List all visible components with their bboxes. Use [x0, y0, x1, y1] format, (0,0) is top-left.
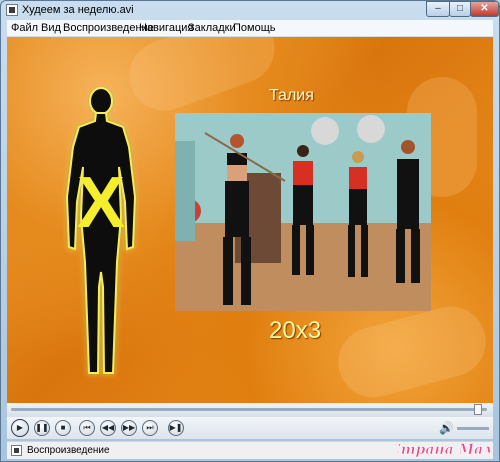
speaker-icon[interactable]: 🔊 — [439, 421, 454, 435]
background-dumbbell — [119, 37, 285, 121]
rewind-button[interactable]: ◀◀ — [100, 420, 116, 436]
menu-bar: Файл Вид Воспроизведение Навигация Закла… — [7, 20, 493, 37]
fast-forward-button[interactable]: ▶▶ — [121, 420, 137, 436]
seek-handle[interactable] — [474, 404, 482, 415]
title-bar[interactable]: Худеем за неделю.avi ‒ □ ✕ — [1, 1, 499, 20]
repetitions-label: 20x3 — [269, 317, 322, 344]
video-area[interactable]: X Талия 20x3 — [7, 37, 493, 403]
status-media-icon — [11, 445, 22, 456]
player-window: Худеем за неделю.avi ‒ □ ✕ Файл Вид Восп… — [0, 0, 500, 462]
menu-help[interactable]: Помощь — [233, 22, 276, 34]
previous-chapter-button[interactable]: ⏮ — [79, 420, 95, 436]
pause-button[interactable]: ❚❚ — [34, 420, 50, 436]
exercise-title: Талия — [269, 87, 314, 104]
seek-bar[interactable] — [7, 403, 493, 417]
menu-view[interactable]: Вид — [41, 22, 61, 34]
play-button[interactable]: ▶ — [11, 419, 29, 437]
svg-text:Страна Мам: Страна Мам — [395, 442, 491, 458]
next-chapter-button[interactable]: ⏭ — [142, 420, 158, 436]
close-button[interactable]: ✕ — [470, 1, 499, 17]
menu-navigation[interactable]: Навигация — [139, 22, 193, 34]
silhouette-letter: X — [77, 163, 125, 243]
playback-controls: ▶ ❚❚ ■ ⏮ ◀◀ ▶▶ ⏭ ▶❚ 🔊 — [7, 417, 493, 439]
stop-button[interactable]: ■ — [55, 420, 71, 436]
background-dumbbell — [330, 298, 493, 403]
media-player-icon — [6, 4, 18, 16]
frame-step-button[interactable]: ▶❚ — [168, 420, 184, 436]
status-text: Воспроизведение — [27, 445, 110, 456]
volume-slider[interactable] — [457, 427, 489, 430]
window-title: Худеем за неделю.avi — [22, 4, 134, 16]
body-silhouette: X — [65, 87, 137, 374]
minimize-button[interactable]: ‒ — [426, 1, 450, 17]
menu-file[interactable]: Файл — [11, 22, 38, 34]
seek-track[interactable] — [11, 408, 487, 411]
watermark-logo: Страна Мам — [395, 442, 491, 459]
maximize-button[interactable]: □ — [449, 1, 471, 17]
exercise-photo — [175, 113, 431, 311]
menu-bookmarks[interactable]: Закладки — [188, 22, 236, 34]
